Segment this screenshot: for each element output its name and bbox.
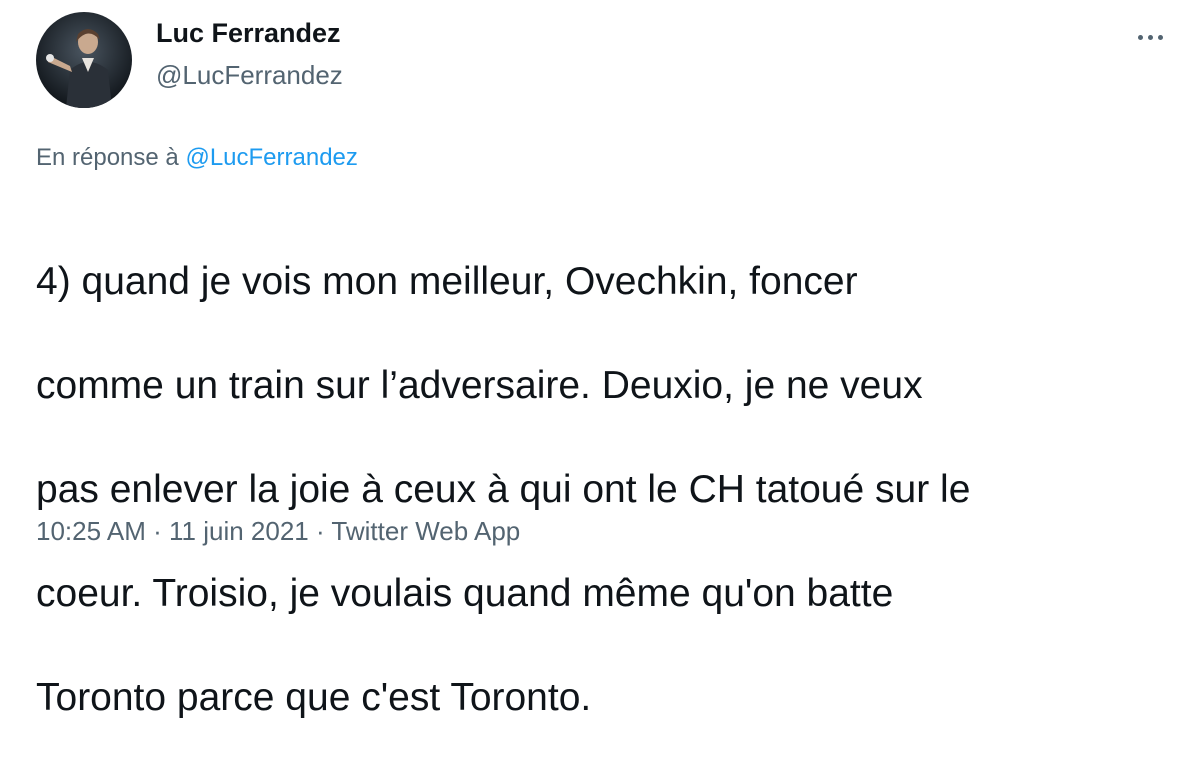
more-horizontal-icon-dot xyxy=(1147,34,1153,40)
meta-separator: · xyxy=(315,516,325,546)
reply-mention-link[interactable]: @LucFerrandez xyxy=(185,144,357,171)
more-options-button[interactable] xyxy=(1128,24,1172,50)
reply-context: En réponse à @LucFerrandez xyxy=(36,144,358,172)
tweet-text-line: 4) quand je vois mon meilleur, Ovechkin,… xyxy=(36,260,858,303)
avatar[interactable] xyxy=(36,12,132,108)
tweet-metadata: 10:25 AM · 11 juin 2021 · Twitter Web Ap… xyxy=(36,516,520,547)
meta-separator: · xyxy=(153,516,162,546)
tweet-time[interactable]: 10:25 AM xyxy=(36,516,146,546)
more-horizontal-icon xyxy=(1137,34,1143,40)
profile-photo-icon xyxy=(36,12,132,108)
tweet-text: 4) quand je vois mon meilleur, Ovechkin,… xyxy=(36,204,1176,776)
tweet-date[interactable]: 11 juin 2021 xyxy=(169,516,309,546)
reply-context-prefix: En réponse à xyxy=(36,144,179,171)
author-handle[interactable]: @LucFerrandez xyxy=(156,60,343,91)
tweet-text-line: comme un train sur l’adversaire. Deuxio,… xyxy=(36,364,923,407)
tweet-source[interactable]: Twitter Web App xyxy=(331,516,520,546)
tweet-text-line: Toronto parce que c'est Toronto. xyxy=(36,676,592,719)
tweet-text-line: coeur. Troisio, je voulais quand même qu… xyxy=(36,572,894,615)
more-horizontal-icon-dot xyxy=(1157,34,1163,40)
tweet-text-line: pas enlever la joie à ceux à qui ont le … xyxy=(36,468,971,511)
tweet-card: Luc Ferrandez @LucFerrandez En réponse à… xyxy=(0,0,1202,719)
author-display-name[interactable]: Luc Ferrandez xyxy=(156,18,341,49)
